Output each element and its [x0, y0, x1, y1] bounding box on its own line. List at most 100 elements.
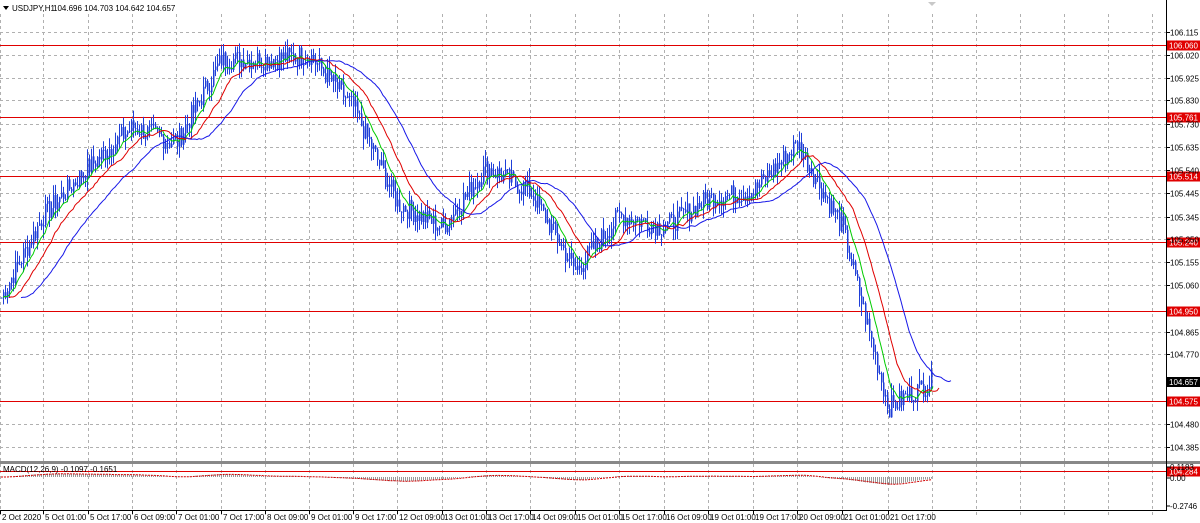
candle-body [485, 161, 487, 167]
candle-body [891, 395, 893, 418]
candle-body [135, 128, 137, 130]
candle-body [279, 52, 281, 69]
y-tick-label: 104.480 [1170, 421, 1199, 430]
candle-body [437, 228, 439, 231]
candle-body [389, 184, 391, 187]
candle-body [117, 136, 119, 145]
candle-body [569, 252, 571, 259]
candle-body [89, 159, 91, 173]
candle-body [43, 225, 45, 227]
candle-body [567, 258, 569, 262]
candle-body [895, 401, 897, 409]
candle-body [295, 59, 297, 62]
candle-body [69, 179, 71, 189]
candlestick-series [1, 39, 933, 418]
candle-body [57, 202, 59, 210]
candle-body [605, 238, 607, 240]
ma-fast-line [2, 54, 934, 400]
candle-body [337, 82, 339, 90]
candle-body [109, 149, 111, 156]
x-tick-label: 16 Oct 09:00 [666, 513, 712, 522]
candle-body [59, 197, 61, 203]
candle-body [347, 95, 349, 98]
candle-body [519, 191, 521, 194]
candle-body [857, 274, 859, 279]
chart-symbol: USDJPY,H1 [12, 4, 56, 13]
candle-body [613, 226, 615, 229]
candle-body [79, 171, 81, 187]
candle-body [633, 222, 635, 225]
candle-body [883, 382, 885, 397]
candle-body [847, 229, 849, 253]
candle-body [571, 252, 573, 259]
candle-body [195, 100, 197, 113]
candle-body [121, 127, 123, 136]
candle-body [551, 223, 553, 233]
candle-body [229, 68, 231, 70]
candle-body [215, 66, 217, 71]
candle-body [877, 353, 879, 374]
candle-body [217, 63, 219, 67]
candle-body [127, 131, 129, 135]
candle-body [783, 150, 785, 162]
candle-body [671, 214, 673, 216]
candle-body [95, 163, 97, 167]
candle-body [167, 143, 169, 145]
candle-body [133, 120, 135, 129]
x-tick-label: 7 Oct 01:00 [178, 513, 220, 522]
candle-body [187, 124, 189, 126]
candle-body [333, 74, 335, 82]
candle-body [813, 174, 815, 185]
candle-body [669, 214, 671, 222]
candle-body [611, 228, 613, 238]
candle-body [843, 215, 845, 225]
candle-body [53, 194, 55, 209]
candle-body [523, 182, 525, 195]
candle-body [703, 192, 705, 208]
symbol-menu-icon[interactable] [3, 6, 9, 10]
candle-body [345, 97, 347, 99]
candle-body [425, 212, 427, 223]
candle-body [281, 52, 283, 59]
candle-body [161, 133, 163, 137]
candle-body [575, 266, 577, 270]
candle-body [779, 162, 781, 165]
candle-body [697, 203, 699, 217]
candle-body [71, 188, 73, 192]
candle-body [363, 126, 365, 139]
candle-body [445, 224, 447, 233]
candle-body [921, 380, 923, 385]
candle-body [631, 218, 633, 223]
candle-body [327, 67, 329, 83]
candle-body [859, 278, 861, 296]
chart-shift-icon[interactable] [928, 2, 936, 6]
x-tick-label: 8 Oct 09:00 [267, 513, 309, 522]
candle-body [61, 192, 63, 198]
candle-body [823, 192, 825, 199]
candle-body [73, 182, 75, 192]
candle-body [399, 199, 401, 212]
candle-body [641, 219, 643, 227]
candle-body [393, 179, 395, 192]
candle-body [375, 145, 377, 150]
candle-body [639, 218, 641, 227]
candle-body [725, 195, 727, 202]
candle-body [833, 200, 835, 213]
candle-body [829, 198, 831, 214]
candle-body [51, 208, 53, 218]
candle-body [609, 235, 611, 238]
candle-body [621, 212, 623, 216]
candle-body [853, 261, 855, 266]
x-tick-label: 14 Oct 09:00 [532, 513, 578, 522]
candle-body [403, 206, 405, 213]
candle-body [765, 176, 767, 182]
candle-body [531, 195, 533, 197]
price-chart[interactable]: 106.060105.761105.514105.240104.950104.5… [0, 0, 1200, 523]
candle-body [663, 231, 665, 236]
candle-body [461, 211, 463, 215]
candle-body [467, 192, 469, 198]
candle-body [723, 201, 725, 207]
candle-body [827, 196, 829, 199]
pane-separator [0, 461, 1200, 464]
candle-body [371, 139, 373, 150]
